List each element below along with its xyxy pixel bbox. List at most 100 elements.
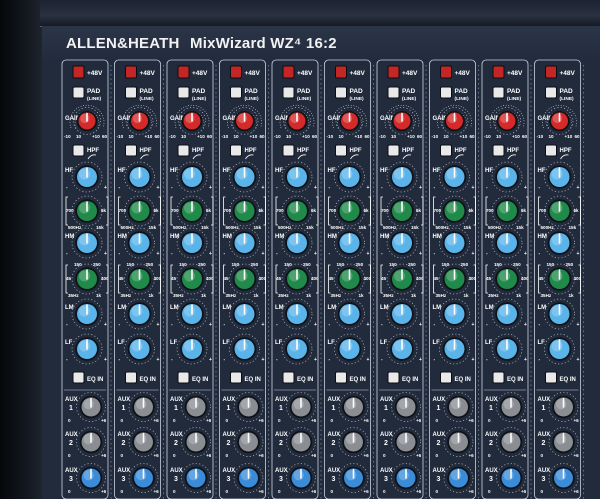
lm-freq-knob[interactable]	[71, 263, 103, 295]
hm-gain-knob[interactable]	[71, 227, 103, 259]
hf-gain-knob[interactable]	[544, 161, 575, 193]
hpf-button[interactable]	[177, 144, 190, 157]
hpf-button[interactable]	[492, 144, 505, 157]
hm-gain-knob[interactable]	[386, 227, 418, 259]
hm-gain-knob[interactable]	[124, 227, 155, 259]
eq-in-button[interactable]	[545, 371, 557, 384]
lf-gain-knob[interactable]	[124, 333, 155, 365]
hm-freq-knob[interactable]	[281, 195, 313, 227]
lf-gain-knob[interactable]	[229, 333, 260, 365]
eq-in-button[interactable]	[125, 371, 137, 384]
hm-gain-knob[interactable]	[544, 227, 575, 259]
phantom-power-button[interactable]	[72, 65, 85, 79]
gain-knob[interactable]	[388, 107, 416, 135]
lm-freq-knob[interactable]	[176, 263, 208, 295]
hm-freq-knob[interactable]	[334, 195, 365, 227]
lm-freq-knob[interactable]	[491, 263, 523, 295]
lm-gain-knob[interactable]	[281, 298, 313, 330]
gain-knob[interactable]	[440, 107, 469, 135]
pad-button[interactable]	[387, 86, 400, 99]
eq-in-button[interactable]	[282, 371, 295, 384]
lf-gain-knob[interactable]	[71, 333, 103, 365]
pad-button[interactable]	[72, 86, 85, 99]
pad-button[interactable]	[177, 86, 190, 99]
hpf-button[interactable]	[72, 144, 85, 157]
lf-gain-knob[interactable]	[386, 333, 418, 365]
phantom-power-button[interactable]	[545, 65, 557, 79]
hf-gain-knob[interactable]	[229, 161, 260, 193]
hm-freq-knob[interactable]	[386, 195, 418, 227]
pad-button[interactable]	[282, 86, 295, 99]
lf-gain-knob[interactable]	[176, 333, 208, 365]
eq-in-button[interactable]	[177, 371, 190, 384]
gain-knob[interactable]	[493, 107, 521, 135]
phantom-power-button[interactable]	[440, 65, 452, 79]
lm-gain-knob[interactable]	[71, 298, 103, 330]
hpf-button[interactable]	[387, 144, 400, 157]
lm-freq-knob[interactable]	[439, 263, 470, 295]
hf-gain-knob[interactable]	[281, 161, 313, 193]
lm-gain-knob[interactable]	[229, 298, 260, 330]
pad-button[interactable]	[545, 86, 557, 99]
hm-freq-knob[interactable]	[439, 195, 470, 227]
gain-knob[interactable]	[335, 107, 364, 135]
hpf-button[interactable]	[335, 144, 347, 157]
lm-gain-knob[interactable]	[334, 298, 365, 330]
hf-gain-knob[interactable]	[386, 161, 418, 193]
lm-gain-knob[interactable]	[386, 298, 418, 330]
lm-freq-knob[interactable]	[334, 263, 365, 295]
lm-freq-knob[interactable]	[281, 263, 313, 295]
hpf-button[interactable]	[125, 144, 137, 157]
gain-knob[interactable]	[125, 107, 154, 135]
hm-gain-knob[interactable]	[439, 227, 470, 259]
pad-button[interactable]	[230, 86, 242, 99]
lm-freq-knob[interactable]	[544, 263, 575, 295]
lm-freq-knob[interactable]	[229, 263, 260, 295]
hf-gain-knob[interactable]	[71, 161, 103, 193]
lm-freq-knob[interactable]	[386, 263, 418, 295]
hm-freq-knob[interactable]	[544, 195, 575, 227]
gain-knob[interactable]	[545, 107, 574, 135]
phantom-power-button[interactable]	[335, 65, 347, 79]
lf-gain-knob[interactable]	[281, 333, 313, 365]
hm-freq-knob[interactable]	[71, 195, 103, 227]
lm-gain-knob[interactable]	[176, 298, 208, 330]
pad-button[interactable]	[492, 86, 505, 99]
hf-gain-knob[interactable]	[439, 161, 470, 193]
lm-gain-knob[interactable]	[544, 298, 575, 330]
eq-in-button[interactable]	[72, 371, 85, 384]
gain-knob[interactable]	[283, 107, 311, 135]
hf-gain-knob[interactable]	[124, 161, 155, 193]
lm-gain-knob[interactable]	[439, 298, 470, 330]
hpf-button[interactable]	[230, 144, 242, 157]
lm-gain-knob[interactable]	[491, 298, 523, 330]
lf-gain-knob[interactable]	[544, 333, 575, 365]
phantom-power-button[interactable]	[387, 65, 400, 79]
hm-freq-knob[interactable]	[491, 195, 523, 227]
eq-in-button[interactable]	[335, 371, 347, 384]
lm-freq-knob[interactable]	[124, 263, 155, 295]
phantom-power-button[interactable]	[282, 65, 295, 79]
hm-gain-knob[interactable]	[229, 227, 260, 259]
pad-button[interactable]	[440, 86, 452, 99]
hpf-button[interactable]	[440, 144, 452, 157]
hf-gain-knob[interactable]	[334, 161, 365, 193]
phantom-power-button[interactable]	[230, 65, 242, 79]
hf-gain-knob[interactable]	[176, 161, 208, 193]
eq-in-button[interactable]	[492, 371, 505, 384]
hm-gain-knob[interactable]	[176, 227, 208, 259]
pad-button[interactable]	[335, 86, 347, 99]
eq-in-button[interactable]	[440, 371, 452, 384]
gain-knob[interactable]	[178, 107, 206, 135]
hm-freq-knob[interactable]	[124, 195, 155, 227]
hf-gain-knob[interactable]	[491, 161, 523, 193]
lf-gain-knob[interactable]	[491, 333, 523, 365]
lf-gain-knob[interactable]	[334, 333, 365, 365]
hm-gain-knob[interactable]	[281, 227, 313, 259]
gain-knob[interactable]	[230, 107, 259, 135]
hm-gain-knob[interactable]	[334, 227, 365, 259]
phantom-power-button[interactable]	[125, 65, 137, 79]
eq-in-button[interactable]	[387, 371, 400, 384]
hm-gain-knob[interactable]	[491, 227, 523, 259]
hpf-button[interactable]	[545, 144, 557, 157]
